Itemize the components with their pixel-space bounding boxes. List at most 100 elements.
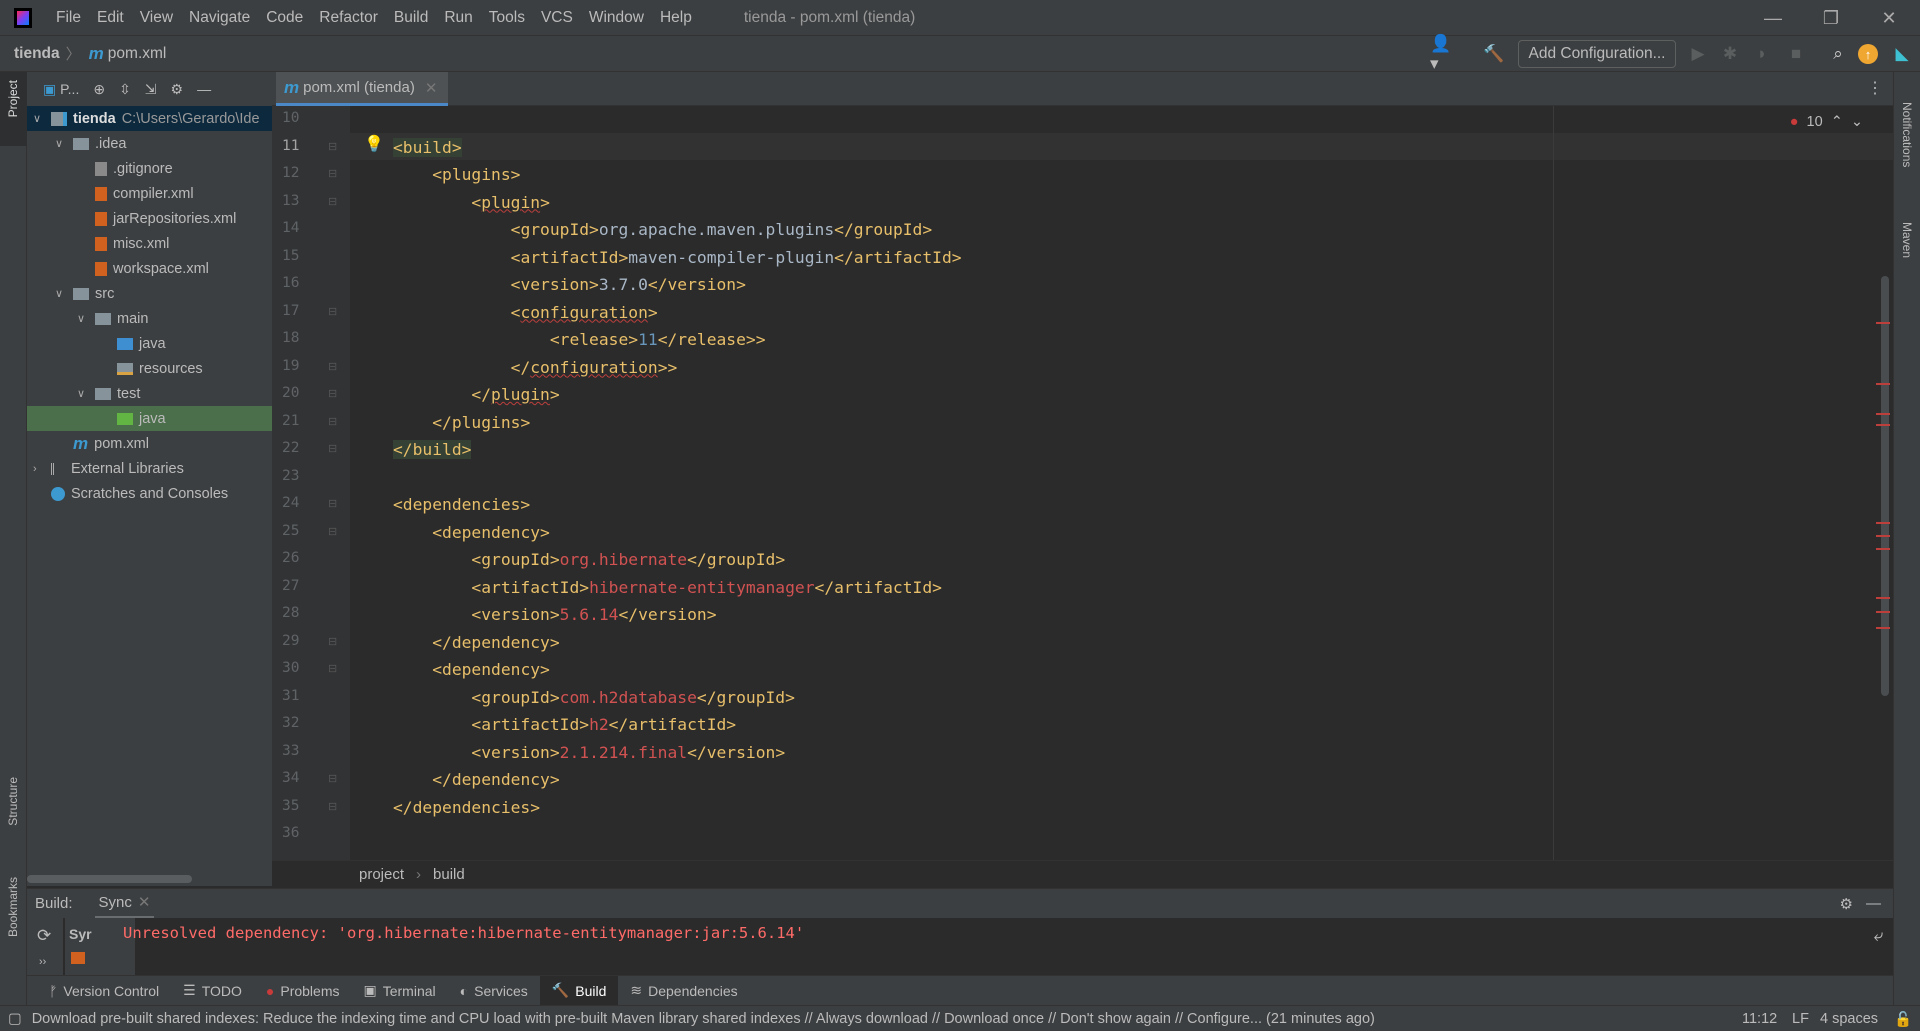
fold-marker-icon[interactable]: ⊟ — [328, 305, 337, 318]
fold-marker-icon[interactable]: ⊟ — [328, 167, 337, 180]
chevron-down-icon[interactable]: ∨ — [55, 287, 69, 300]
error-stripe-mark[interactable] — [1876, 627, 1890, 629]
tree-item[interactable]: ∨ .idea — [27, 131, 272, 156]
panel-toggle-icon[interactable]: ▢ — [8, 1011, 22, 1027]
tree-item[interactable]: jarRepositories.xml — [27, 206, 272, 231]
menu-code[interactable]: Code — [258, 9, 311, 27]
error-stripe-mark[interactable] — [1876, 383, 1890, 385]
chevron-down-icon[interactable]: ∨ — [33, 112, 47, 125]
tree-item[interactable]: m pom.xml — [27, 431, 272, 456]
breadcrumb-project[interactable]: project — [359, 866, 404, 883]
run-icon[interactable]: ▶ — [1686, 42, 1710, 66]
fold-marker-icon[interactable]: ⊟ — [328, 497, 337, 510]
fold-marker-icon[interactable]: ⊟ — [328, 442, 337, 455]
error-stripe-mark[interactable] — [1876, 548, 1890, 550]
status-message[interactable]: Download pre-built shared indexes: Reduc… — [32, 1011, 1375, 1027]
menu-tools[interactable]: Tools — [481, 9, 533, 27]
settings-gear-icon[interactable]: ⚙ — [171, 81, 184, 98]
lock-icon[interactable]: 🔓 — [1894, 1011, 1912, 1028]
tree-item[interactable]: java — [27, 406, 272, 431]
close-tab-icon[interactable]: ✕ — [425, 79, 438, 97]
project-tool-button[interactable]: Project — [6, 80, 20, 117]
vcs-user-icon[interactable]: 👤▾ — [1430, 34, 1454, 73]
tree-item[interactable]: misc.xml — [27, 231, 272, 256]
unresolved-dependency-message[interactable]: Unresolved dependency: 'org.hibernate:hi… — [123, 924, 804, 942]
nav-file[interactable]: pom.xml — [108, 45, 167, 63]
fold-marker-icon[interactable]: ⊟ — [328, 140, 337, 153]
coverage-icon[interactable]: ◗ — [1750, 42, 1774, 66]
soft-wrap-icon[interactable]: ⤶ — [1873, 926, 1883, 946]
tree-item[interactable]: ∨ main — [27, 306, 272, 331]
tree-item[interactable]: Scratches and Consoles — [27, 481, 272, 506]
code-editor[interactable]: 10 11 ⊟ 12 ⊟ 13 ⊟ 14 15 16 17 ⊟ 18 19 ⊟ 20 ⊟ 21 ⊟ 22 ⊟ 23 24 ⊟ 2… — [272, 106, 1893, 860]
tree-item[interactable]: ∨ src — [27, 281, 272, 306]
tool-tab-version-control[interactable]: ᚠ Version Control — [37, 976, 171, 1006]
close-window-button[interactable]: ✕ — [1860, 0, 1918, 36]
tool-tab-build[interactable]: 🔨 Build — [539, 975, 619, 1006]
tree-item[interactable]: resources — [27, 356, 272, 381]
tree-item[interactable]: compiler.xml — [27, 181, 272, 206]
previous-error-icon[interactable]: ⌃ — [1831, 114, 1843, 130]
error-stripe-mark[interactable] — [1876, 413, 1890, 415]
add-configuration-button[interactable]: Add Configuration... — [1518, 40, 1676, 68]
project-horizontal-scrollbar[interactable] — [27, 875, 192, 883]
tool-tab-terminal[interactable]: ▣ Terminal — [352, 976, 448, 1006]
stop-icon[interactable]: ■ — [1784, 42, 1808, 66]
fold-marker-icon[interactable]: ⊟ — [328, 415, 337, 428]
fold-marker-icon[interactable]: ⊟ — [328, 635, 337, 648]
caret-position[interactable]: 11:12 — [1742, 1011, 1777, 1027]
fold-marker-icon[interactable]: ⊟ — [328, 772, 337, 785]
tool-tab-dependencies[interactable]: ≋ Dependencies — [618, 976, 749, 1006]
fold-marker-icon[interactable]: ⊟ — [328, 525, 337, 538]
tree-item[interactable]: java — [27, 331, 272, 356]
more-options-icon[interactable]: ⋮ — [1867, 78, 1883, 98]
fold-marker-icon[interactable]: ⊟ — [328, 387, 337, 400]
tree-item[interactable]: .gitignore — [27, 156, 272, 181]
tree-item[interactable]: › External Libraries — [27, 456, 272, 481]
menu-build[interactable]: Build — [386, 9, 436, 27]
error-stripe-mark[interactable] — [1876, 522, 1890, 524]
fold-marker-icon[interactable]: ⊟ — [328, 360, 337, 373]
intention-bulb-icon[interactable]: 💡 — [364, 134, 384, 154]
expand-all-icon[interactable]: ⇳ — [119, 81, 131, 98]
fold-marker-icon[interactable]: ⊟ — [328, 662, 337, 675]
notifications-tool-button[interactable]: Notifications — [1900, 102, 1914, 167]
inspection-widget[interactable]: ● 10 ⌃ ⌄ — [1790, 114, 1863, 130]
indent-setting[interactable]: 4 spaces — [1820, 1011, 1878, 1027]
chevron-down-icon[interactable]: ∨ — [77, 387, 91, 400]
structure-tool-button[interactable]: Structure — [6, 777, 20, 826]
hide-panel-icon[interactable]: — — [197, 81, 211, 97]
debug-icon[interactable]: ✱ — [1718, 42, 1742, 66]
error-stripe-mark[interactable] — [1876, 535, 1890, 537]
chevron-down-icon[interactable]: ∨ — [55, 137, 69, 150]
fold-marker-icon[interactable]: ⊟ — [328, 800, 337, 813]
menu-run[interactable]: Run — [436, 9, 480, 27]
line-separator[interactable]: LF — [1792, 1011, 1809, 1027]
hide-panel-icon[interactable]: — — [1866, 895, 1881, 912]
code-with-me-icon[interactable]: ◣ — [1890, 42, 1914, 66]
chevron-down-icon[interactable]: ∨ — [77, 312, 91, 325]
error-stripe-mark[interactable] — [1876, 424, 1890, 426]
update-icon[interactable]: ↑ — [1858, 44, 1878, 64]
search-icon[interactable]: ⌕ — [1826, 42, 1850, 66]
menu-view[interactable]: View — [132, 9, 181, 27]
next-error-icon[interactable]: ⌄ — [1851, 114, 1863, 130]
tool-tab-services[interactable]: ◐ Services — [448, 976, 540, 1006]
error-stripe-mark[interactable] — [1876, 611, 1890, 613]
menu-navigate[interactable]: Navigate — [181, 9, 258, 27]
sync-refresh-icon[interactable]: ⟳ — [37, 926, 51, 946]
menu-refactor[interactable]: Refactor — [311, 9, 386, 27]
build-hammer-icon[interactable]: 🔨 — [1482, 42, 1506, 66]
menu-vcs[interactable]: VCS — [533, 9, 581, 27]
tree-item[interactable]: ∨ tienda C:\Users\Gerardo\Ide — [27, 106, 272, 131]
tab-pom-xml[interactable]: m pom.xml (tienda) ✕ — [276, 72, 448, 106]
bookmarks-tool-button[interactable]: Bookmarks — [6, 877, 20, 937]
tool-tab-todo[interactable]: ☰ TODO — [171, 976, 254, 1006]
chevron-right-icon[interactable]: › — [33, 463, 47, 475]
tool-tab-problems[interactable]: ● Problems — [254, 976, 352, 1006]
menu-window[interactable]: Window — [581, 9, 652, 27]
breadcrumb-build[interactable]: build — [433, 866, 465, 883]
maven-tool-button[interactable]: Maven — [1900, 222, 1914, 258]
tree-item[interactable]: workspace.xml — [27, 256, 272, 281]
fold-marker-icon[interactable]: ⊟ — [328, 195, 337, 208]
